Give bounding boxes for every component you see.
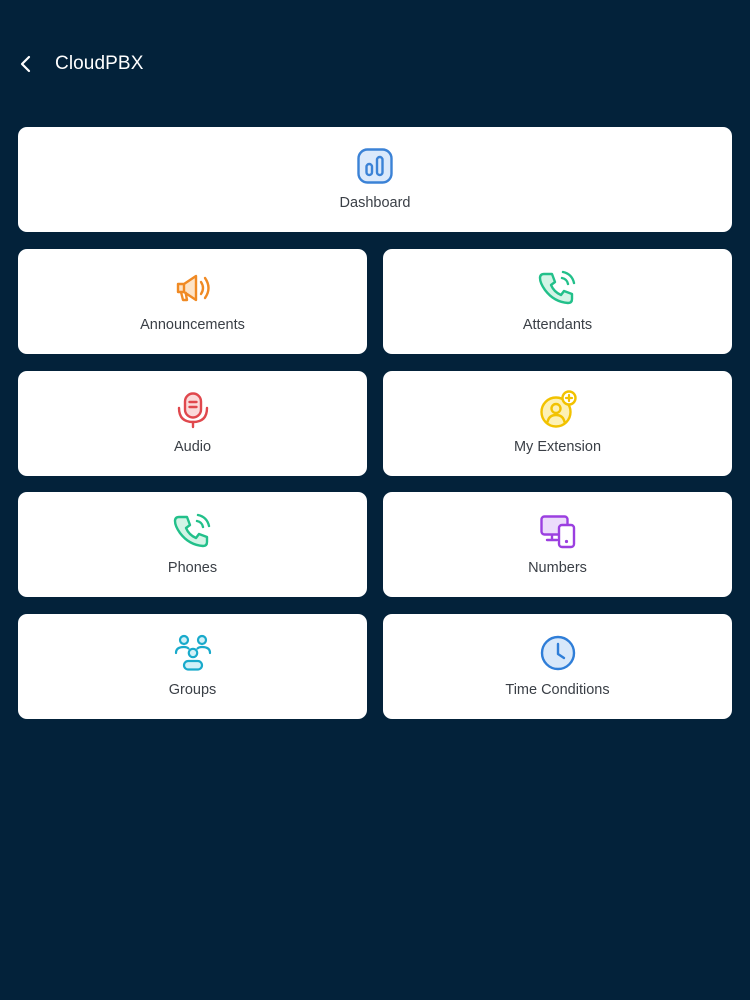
attendants-label: Attendants	[522, 317, 593, 333]
audio-card[interactable]: Audio	[18, 371, 367, 476]
app-header: CloudPBX	[0, 44, 750, 84]
attendants-card[interactable]: Attendants	[383, 249, 732, 354]
phones-label: Phones	[167, 560, 218, 576]
time-conditions-card[interactable]: Time Conditions	[383, 614, 732, 719]
groups-card[interactable]: Groups	[18, 614, 367, 719]
megaphone-icon	[174, 269, 212, 307]
phone-ringing-icon	[173, 512, 212, 550]
chevron-left-icon	[20, 55, 31, 73]
microphone-icon	[174, 391, 212, 429]
dashboard-label: Dashboard	[339, 195, 411, 211]
back-button[interactable]	[12, 50, 40, 78]
users-group-icon	[174, 634, 212, 672]
audio-label: Audio	[173, 439, 212, 455]
my-extension-card[interactable]: My Extension	[383, 371, 732, 476]
user-add-icon	[539, 390, 577, 429]
time-conditions-label: Time Conditions	[505, 682, 610, 698]
bar-chart-icon	[356, 147, 394, 185]
my-extension-label: My Extension	[513, 439, 602, 455]
groups-label: Groups	[168, 682, 217, 698]
numbers-card[interactable]: Numbers	[383, 492, 732, 597]
page-title: CloudPBX	[55, 53, 144, 74]
phones-card[interactable]: Phones	[18, 492, 367, 597]
devices-icon	[539, 512, 577, 550]
announcements-label: Announcements	[140, 317, 245, 333]
announcements-card[interactable]: Announcements	[18, 249, 367, 354]
phone-ringing-icon	[538, 269, 577, 307]
clock-icon	[539, 634, 577, 672]
numbers-label: Numbers	[528, 560, 587, 576]
dashboard-card[interactable]: Dashboard	[18, 127, 732, 232]
